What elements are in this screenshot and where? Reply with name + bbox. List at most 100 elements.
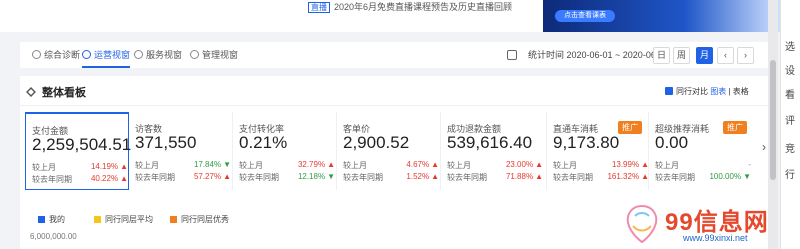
period-week-button[interactable]: 周 xyxy=(673,47,690,64)
metric-mom-row: 较上月 4.67% ▲ xyxy=(343,160,439,170)
arrow-down-icon: ▼ xyxy=(223,160,231,169)
side-rail-item[interactable]: 行 xyxy=(785,166,795,181)
panel-title: 整体看板 xyxy=(26,84,86,100)
metric-yoy-pct: 1.52% ▲ xyxy=(406,172,439,181)
metric-mom-pct: 13.99% ▲ xyxy=(611,160,649,169)
side-rail-item[interactable]: 设 xyxy=(785,62,795,77)
metric-yoy-row: 较去年同期 161.32% ▲ xyxy=(553,172,649,182)
headset-icon xyxy=(134,50,143,59)
peer-compare-checkbox[interactable] xyxy=(665,87,673,95)
chart-y-axis-top: 6,000,000.00 xyxy=(30,232,77,241)
legend-swatch xyxy=(94,216,101,223)
watermark-url: www.99xinxi.net xyxy=(683,233,748,243)
tab-diagnosis[interactable]: 综合诊断 xyxy=(32,42,80,68)
side-rail-item[interactable]: 看 xyxy=(785,86,795,101)
side-rail-item[interactable]: 竞 xyxy=(785,140,795,155)
metric-value: 371,550 xyxy=(135,133,197,152)
arrow-up-icon: ▲ xyxy=(223,172,231,181)
metric-mom-row: 较上月 14.19% ▲ xyxy=(32,162,128,172)
metric-mom-pct: 14.19% ▲ xyxy=(90,162,128,171)
watermark-text: 99信息网 xyxy=(665,209,769,236)
legend-item-peer-avg[interactable]: 同行同层平均 xyxy=(94,214,153,225)
arrow-down-icon: ▼ xyxy=(327,172,335,181)
metric-mom-pct: 17.84% ▼ xyxy=(193,160,231,169)
promo-button[interactable]: 点击查看课表 xyxy=(555,10,615,22)
diagnosis-icon xyxy=(32,50,41,59)
arrow-up-icon: ▲ xyxy=(120,162,128,171)
metric-yoy-pct: 40.22% ▲ xyxy=(90,174,128,183)
metric-value: 9,173.80 xyxy=(553,133,620,152)
metric-value: 2,259,504.51 xyxy=(32,135,132,154)
metric-yoy-row: 较去年同期 40.22% ▲ xyxy=(32,174,128,184)
metric-mom-pct: 32.79% ▲ xyxy=(297,160,335,169)
calendar-icon xyxy=(507,50,517,60)
metric-yoy-pct: 12.18% ▼ xyxy=(297,172,335,181)
legend-item-mine[interactable]: 我的 xyxy=(38,214,65,225)
metric-mom-row: 较上月 32.79% ▲ xyxy=(239,160,335,170)
metric-card-ztc-spend[interactable]: 直通车消耗 推广 9,173.80 较上月 13.99% ▲ 较去年同期 161.… xyxy=(547,112,649,190)
bulb-icon xyxy=(190,50,199,59)
scroll-thumb[interactable] xyxy=(770,60,776,180)
metric-card-avg-order-value[interactable]: 客单价 2,900.52 较上月 4.67% ▲ 较去年同期 1.52% ▲ xyxy=(337,112,441,190)
arrow-up-icon: ▲ xyxy=(431,172,439,181)
top-banner: 直播 2020年6月免费直播课程预告及历史直播回顾 点击查看课表 xyxy=(0,0,780,32)
arrow-up-icon: ▲ xyxy=(535,172,543,181)
live-course-text: 2020年6月免费直播课程预告及历史直播回顾 xyxy=(334,2,513,12)
arrow-down-icon: ▼ xyxy=(743,172,751,181)
promo-badge: 推广 xyxy=(723,121,747,134)
metric-yoy-pct: 100.00% ▼ xyxy=(709,172,751,181)
period-month-button[interactable]: 月 xyxy=(696,47,713,64)
period-day-button[interactable]: 日 xyxy=(653,47,670,64)
watermark-logo xyxy=(626,204,658,244)
metric-yoy-row: 较去年同期 1.52% ▲ xyxy=(343,172,439,182)
watermark: 99信息网 www.99xinxi.net xyxy=(623,200,788,249)
legend-swatch xyxy=(38,216,45,223)
metric-value: 0.00 xyxy=(655,133,689,152)
legend-swatch xyxy=(170,216,177,223)
metric-card-super-recommend-spend[interactable]: 超级推荐消耗 推广 0.00 较上月 - 较去年同期 100.00% ▼ xyxy=(649,112,753,190)
metric-value: 0.21% xyxy=(239,133,288,152)
shield-icon xyxy=(82,50,91,59)
metric-mom-row: 较上月 13.99% ▲ xyxy=(553,160,649,170)
tab-service[interactable]: 服务视窗 xyxy=(134,42,182,68)
metric-mom-pct: 4.67% ▲ xyxy=(406,160,439,169)
metric-yoy-row: 较去年同期 12.18% ▼ xyxy=(239,172,335,182)
promo-banner-image[interactable]: 点击查看课表 xyxy=(543,0,780,32)
arrow-up-icon: ▲ xyxy=(535,160,543,169)
tab-management[interactable]: 管理视窗 xyxy=(190,42,238,68)
metric-yoy-row: 较去年同期 100.00% ▼ xyxy=(655,172,751,182)
next-period-button[interactable]: › xyxy=(737,47,754,64)
metric-yoy-pct: 57.27% ▲ xyxy=(193,172,231,181)
view-table-toggle[interactable]: 表格 xyxy=(733,87,749,96)
legend-item-peer-excellent[interactable]: 同行同层优秀 xyxy=(170,214,229,225)
metric-yoy-pct: 161.32% ▲ xyxy=(607,172,649,181)
arrow-up-icon: ▲ xyxy=(120,174,128,183)
metric-value: 2,900.52 xyxy=(343,133,410,152)
metric-card-refund-amount[interactable]: 成功退款金额 539,616.40 较上月 23.00% ▲ 较去年同期 71.8… xyxy=(441,112,547,190)
metric-mom-row: 较上月 - xyxy=(655,160,751,170)
metric-yoy-pct: 71.88% ▲ xyxy=(505,172,543,181)
view-separator: | xyxy=(728,87,731,96)
tab-operations[interactable]: 运营视窗 xyxy=(82,42,131,68)
arrow-up-icon: ▲ xyxy=(641,172,649,181)
view-chart-toggle[interactable]: 图表 xyxy=(710,87,726,96)
metric-card-conversion-rate[interactable]: 支付转化率 0.21% 较上月 32.79% ▲ 较去年同期 12.18% ▼ xyxy=(233,112,337,190)
metric-mom-pct: - xyxy=(748,160,751,169)
peer-compare-label[interactable]: 同行对比 xyxy=(676,87,708,96)
arrow-up-icon: ▲ xyxy=(327,160,335,169)
view-controls: 同行对比 图表 | 表格 xyxy=(665,86,749,97)
metric-cards: 支付金额 2,259,504.51 较上月 14.19% ▲ 较去年同期 40.2… xyxy=(25,112,763,190)
side-rail-item[interactable]: 评 xyxy=(785,112,795,127)
side-rail-item[interactable]: 选 xyxy=(785,38,795,53)
live-tag: 直播 xyxy=(308,2,330,13)
prev-period-button[interactable]: ‹ xyxy=(717,47,734,64)
metric-card-payment-amount[interactable]: 支付金额 2,259,504.51 较上月 14.19% ▲ 较去年同期 40.2… xyxy=(25,112,132,190)
live-course-notice[interactable]: 直播 2020年6月免费直播课程预告及历史直播回顾 xyxy=(308,0,512,13)
promo-badge: 推广 xyxy=(618,121,642,134)
chevron-right-icon[interactable]: › xyxy=(762,140,766,154)
metric-mom-pct: 23.00% ▲ xyxy=(505,160,543,169)
metric-mom-row: 较上月 23.00% ▲ xyxy=(447,160,543,170)
metric-mom-row: 较上月 17.84% ▼ xyxy=(135,160,231,170)
metric-card-visitors[interactable]: 访客数 371,550 较上月 17.84% ▼ 较去年同期 57.27% ▲ xyxy=(129,112,233,190)
metric-value: 539,616.40 xyxy=(447,133,533,152)
